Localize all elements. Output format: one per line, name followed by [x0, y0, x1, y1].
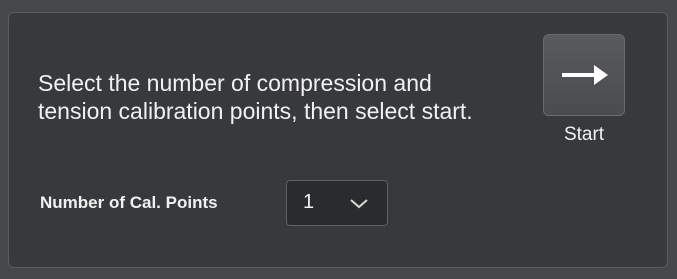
cal-points-label: Number of Cal. Points [40, 193, 218, 212]
cal-points-select[interactable]: 1 [286, 180, 388, 226]
instruction-text: Select the number of compression and ten… [38, 70, 473, 124]
calibration-panel: Select the number of compression and ten… [8, 12, 668, 268]
start-button-label: Start [563, 124, 605, 145]
cal-points-value: 1 [303, 191, 315, 213]
arrow-right-icon [562, 65, 608, 85]
start-button[interactable] [543, 34, 625, 116]
window-frame: Select the number of compression and ten… [0, 0, 677, 279]
chevron-down-icon [350, 199, 368, 209]
